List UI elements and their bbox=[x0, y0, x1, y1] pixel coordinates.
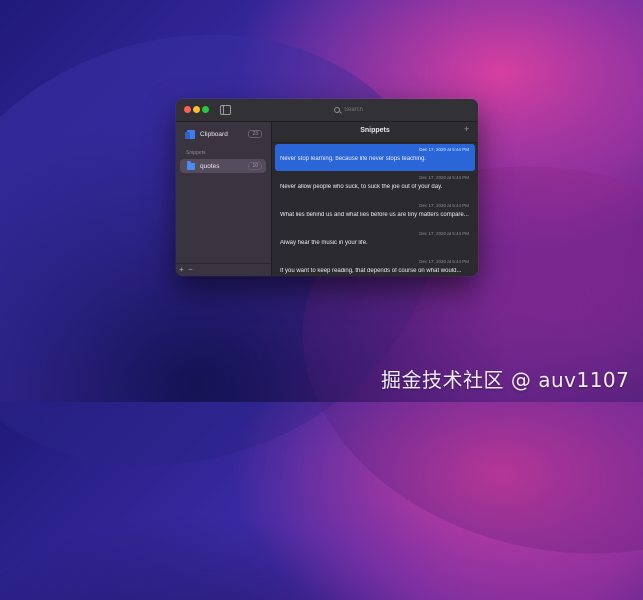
page-title: Snippets bbox=[360, 127, 390, 134]
sidebar: Clipboard 23 Snippets quotes 10 + − bbox=[176, 122, 272, 276]
sidebar-item-quotes[interactable]: quotes 10 bbox=[180, 159, 266, 173]
search-input[interactable] bbox=[344, 107, 404, 113]
timestamp: Dec 17, 2020 at 5:44 PM bbox=[419, 147, 469, 152]
search-field[interactable] bbox=[334, 105, 404, 115]
sidebar-item-clipboard[interactable]: Clipboard 23 bbox=[180, 127, 266, 141]
section-header: Snippets bbox=[186, 150, 206, 156]
minus-icon[interactable]: − bbox=[188, 266, 193, 274]
clipboard-icon bbox=[185, 129, 195, 139]
snippet-text: If you want to keep reading, that depend… bbox=[280, 268, 462, 274]
count-badge: 10 bbox=[248, 162, 262, 170]
watermark: 掘金技术社区 @ auv1107 bbox=[381, 368, 630, 392]
folder-icon bbox=[187, 161, 195, 170]
plus-icon[interactable]: + bbox=[179, 266, 184, 274]
snippet-text: What lies behind us and what lies before… bbox=[280, 212, 469, 218]
timestamp: Dec 17, 2020 at 5:44 PM bbox=[419, 203, 469, 208]
close-icon[interactable] bbox=[184, 106, 191, 113]
add-snippet-button[interactable]: + bbox=[464, 125, 469, 134]
zoom-icon[interactable] bbox=[202, 106, 209, 113]
sidebar-item-label: Clipboard bbox=[200, 130, 228, 138]
list-item[interactable]: Dec 17, 2020 at 5:44 PM Never allow peop… bbox=[275, 172, 475, 199]
snippet-list-pane: Snippets + Dec 17, 2020 at 5:44 PM Never… bbox=[272, 122, 478, 276]
list-item[interactable]: Dec 17, 2020 at 5:44 PM Alway hear the m… bbox=[275, 228, 475, 255]
sidebar-toggle-icon[interactable] bbox=[220, 105, 231, 115]
snippet-text: Alway hear the music in your life. bbox=[280, 240, 368, 246]
app-window: Clipboard 23 Snippets quotes 10 + − Snip… bbox=[176, 99, 478, 276]
search-icon bbox=[334, 106, 342, 114]
snippet-text: Never allow people who suck, to suck the… bbox=[280, 184, 443, 190]
snippet-text: Never stop learning, because life never … bbox=[280, 156, 427, 162]
minimize-icon[interactable] bbox=[193, 106, 200, 113]
sidebar-item-label: quotes bbox=[200, 162, 220, 170]
timestamp: Dec 17, 2020 at 5:44 PM bbox=[419, 259, 469, 264]
title-bar bbox=[176, 99, 478, 122]
list-item[interactable]: Dec 17, 2020 at 5:44 PM Never stop learn… bbox=[275, 144, 475, 171]
count-badge: 23 bbox=[248, 130, 262, 138]
pane-header: Snippets + bbox=[272, 122, 478, 143]
list-item[interactable]: Dec 17, 2020 at 5:44 PM What lies behind… bbox=[275, 200, 475, 227]
sidebar-footer: + − bbox=[176, 263, 271, 276]
timestamp: Dec 17, 2020 at 5:44 PM bbox=[419, 231, 469, 236]
timestamp: Dec 17, 2020 at 5:44 PM bbox=[419, 175, 469, 180]
list-item[interactable]: Dec 17, 2020 at 5:44 PM If you want to k… bbox=[275, 256, 475, 276]
